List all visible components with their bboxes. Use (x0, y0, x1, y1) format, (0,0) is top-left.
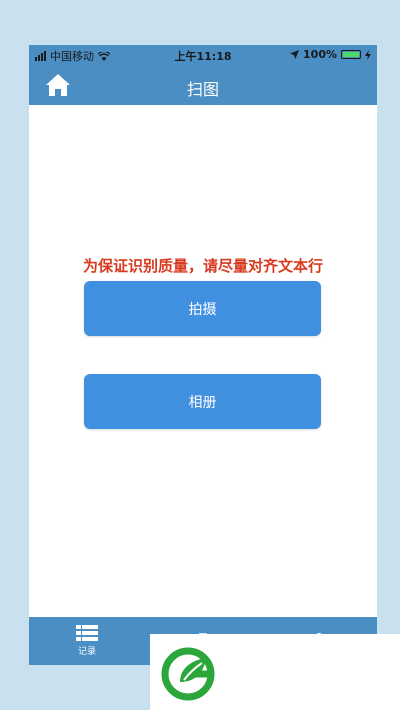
main-content: 为保证识别质量，请尽量对齐文本行 拍摄 相册 (29, 105, 377, 617)
leaf-logo-icon (161, 647, 215, 701)
charging-icon (365, 49, 371, 60)
battery-percent: 100% (303, 48, 337, 61)
alignment-hint: 为保证识别质量，请尽量对齐文本行 (82, 257, 323, 275)
nav-bar: 扫图 (29, 65, 377, 105)
battery-icon (341, 50, 361, 59)
logo-overlay (150, 634, 400, 710)
phone-screen: 中国移动 上午11:18 100% 扫图 为保证识别质量，请尽量对齐文本行 拍摄… (29, 45, 377, 665)
list-icon (76, 625, 98, 641)
tab-records-label: 记录 (77, 647, 96, 657)
shoot-button[interactable]: 拍摄 (84, 281, 321, 336)
location-arrow-icon (290, 50, 300, 59)
status-bar: 中国移动 上午11:18 100% (29, 45, 377, 65)
page-title: 扫图 (186, 80, 219, 99)
status-right: 100% (290, 48, 371, 61)
tab-records[interactable]: 记录 (29, 617, 145, 665)
album-button[interactable]: 相册 (84, 374, 321, 429)
